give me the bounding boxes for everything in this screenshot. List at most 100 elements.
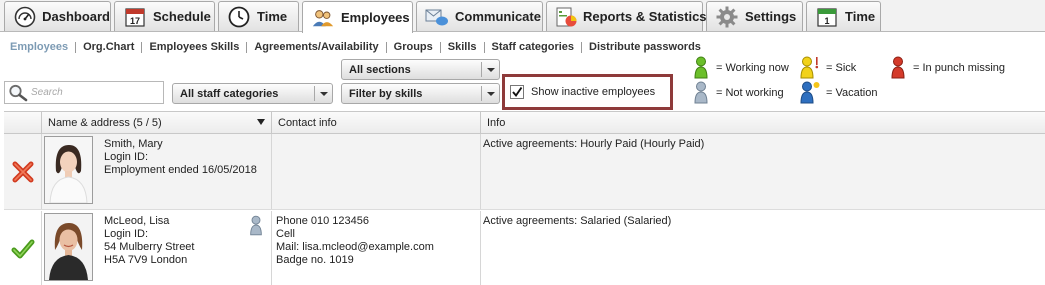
calendar-1-icon: 1 <box>815 5 839 29</box>
table-row[interactable]: McLeod, Lisa Login ID: 54 Mulberry Stree… <box>4 211 1045 285</box>
legend-label: = In punch missing <box>913 61 1006 74</box>
employees-table: Name & address (5 / 5) Contact info Info <box>4 111 1045 285</box>
employee-login: Login ID: <box>104 228 149 240</box>
employee-address-city: H5A 7V9 London <box>104 254 188 266</box>
legend-in-punch-missing: = In punch missing <box>889 56 1005 79</box>
sick-pawn-icon <box>800 56 819 79</box>
employee-address-street: 54 Mulberry Street <box>104 241 195 253</box>
legend-not-working: = Not working <box>692 81 784 104</box>
show-inactive-checkbox[interactable] <box>510 85 524 99</box>
employees-app: Dashboard 17 Schedule Time Employees Com… <box>0 0 1045 285</box>
subnav-employees-skills[interactable]: Employees Skills <box>141 41 246 53</box>
legend-vacation: = Vacation <box>798 81 877 104</box>
subnav-employees[interactable]: Employees <box>10 41 75 53</box>
tab-label: Employees <box>341 10 410 25</box>
subnav-groups[interactable]: Groups <box>385 41 440 53</box>
clock-icon <box>227 5 251 29</box>
avatar-woman-brown-hair-icon <box>45 214 92 280</box>
tab-communicate[interactable]: Communicate <box>416 1 543 31</box>
tab-dashboard[interactable]: Dashboard <box>4 1 111 31</box>
in-punch-missing-pawn-icon <box>891 56 905 79</box>
gear-icon <box>715 5 739 29</box>
search-icon <box>5 82 31 103</box>
tab-label: Dashboard <box>42 9 110 24</box>
contact-cell <box>271 134 480 209</box>
contact-badge: Badge no. 1019 <box>276 254 354 266</box>
tab-settings[interactable]: Settings <box>706 1 803 31</box>
employee-photo[interactable] <box>44 213 93 281</box>
tab-time[interactable]: Time <box>218 1 299 31</box>
report-chart-icon <box>555 5 577 29</box>
svg-text:17: 17 <box>130 16 140 26</box>
column-label: Contact info <box>278 116 337 129</box>
agreements-text: Active agreements: Salaried (Salaried) <box>483 215 672 227</box>
chevron-down-icon <box>481 86 499 101</box>
subnav-agreements-availability[interactable]: Agreements/Availability <box>246 41 385 53</box>
employee-login: Login ID: <box>104 151 149 163</box>
name-column-header[interactable]: Name & address (5 / 5) <box>41 112 271 133</box>
info-column-header[interactable]: Info <box>480 112 1045 133</box>
search-input[interactable] <box>31 87 151 98</box>
vacation-pawn-icon <box>800 81 820 104</box>
status-cell <box>4 211 41 285</box>
info-cell: Active agreements: Hourly Paid (Hourly P… <box>480 134 1045 209</box>
legend-label: = Working now <box>716 61 789 74</box>
employee-details: McLeod, Lisa Login ID: 54 Mulberry Stree… <box>104 215 194 267</box>
avatar-woman-dark-hair-icon <box>45 137 92 203</box>
subnav-distribute-passwords[interactable]: Distribute passwords <box>581 41 708 53</box>
employee-name[interactable]: Smith, Mary <box>104 138 257 151</box>
employees-people-icon <box>311 6 335 30</box>
green-check-icon <box>11 239 34 258</box>
dropdown-value: Filter by skills <box>349 87 423 100</box>
tab-label: Settings <box>745 9 797 24</box>
subnav-skills[interactable]: Skills <box>439 41 484 53</box>
sections-dropdown[interactable]: All sections <box>341 59 500 80</box>
legend-working-now: = Working now <box>692 56 789 79</box>
contact-cell: Phone 010 123456 Cell Mail: lisa.mcleod@… <box>271 211 480 285</box>
tab-label: Time <box>257 9 288 24</box>
table-header: Name & address (5 / 5) Contact info Info <box>4 112 1045 134</box>
tab-employees[interactable]: Employees <box>302 1 413 33</box>
info-cell: Active agreements: Salaried (Salaried) <box>480 211 1045 285</box>
calendar-17-icon: 17 <box>123 5 147 29</box>
legend-label: = Sick <box>826 61 857 74</box>
column-label: Name & address (5 / 5) <box>48 116 162 129</box>
main-tab-bar: Dashboard 17 Schedule Time Employees Com… <box>0 0 1045 33</box>
contact-mail[interactable]: Mail: lisa.mcleod@example.com <box>276 241 480 254</box>
tab-reports-statistics[interactable]: Reports & Statistics <box>546 1 707 31</box>
employee-photo[interactable] <box>44 136 93 204</box>
tab-label: Reports & Statistics <box>583 9 707 24</box>
red-x-icon <box>12 161 33 182</box>
chevron-down-icon <box>314 86 332 101</box>
dropdown-value: All staff categories <box>180 87 279 100</box>
checkmark-icon <box>512 86 523 98</box>
sort-desc-icon[interactable] <box>257 119 265 125</box>
tab-label: Communicate <box>455 9 541 24</box>
dropdown-value: All sections <box>349 63 411 76</box>
table-row[interactable]: Smith, Mary Login ID: Employment ended 1… <box>4 134 1045 210</box>
tab-label: Schedule <box>153 9 211 24</box>
legend-sick: = Sick <box>798 56 856 79</box>
employees-sub-nav: Employees Org.Chart Employees Skills Agr… <box>10 39 708 55</box>
subnav-staff-categories[interactable]: Staff categories <box>483 41 582 53</box>
not-working-pawn-icon <box>694 81 708 104</box>
employee-detail-line: Employment ended 16/05/2018 <box>104 164 257 176</box>
contact-cell-phone: Cell <box>276 228 295 240</box>
subnav-org-chart[interactable]: Org.Chart <box>75 41 141 53</box>
svg-text:1: 1 <box>824 16 829 26</box>
legend-label: = Vacation <box>826 86 878 99</box>
contact-phone: Phone 010 123456 <box>276 215 369 227</box>
legend-label: = Not working <box>716 86 784 99</box>
staff-categories-dropdown[interactable]: All staff categories <box>172 83 333 104</box>
employee-name[interactable]: McLeod, Lisa <box>104 215 194 228</box>
contact-column-header[interactable]: Contact info <box>271 112 480 133</box>
chevron-down-icon <box>481 62 499 77</box>
skills-filter-dropdown[interactable]: Filter by skills <box>341 83 500 104</box>
name-cell: Smith, Mary Login ID: Employment ended 1… <box>41 134 271 209</box>
status-cell <box>4 134 41 209</box>
tab-schedule[interactable]: 17 Schedule <box>114 1 215 31</box>
column-label: Info <box>487 116 506 129</box>
tab-time-2[interactable]: 1 Time <box>806 1 881 31</box>
status-column-header <box>4 112 41 133</box>
not-working-pawn-icon <box>250 215 262 236</box>
